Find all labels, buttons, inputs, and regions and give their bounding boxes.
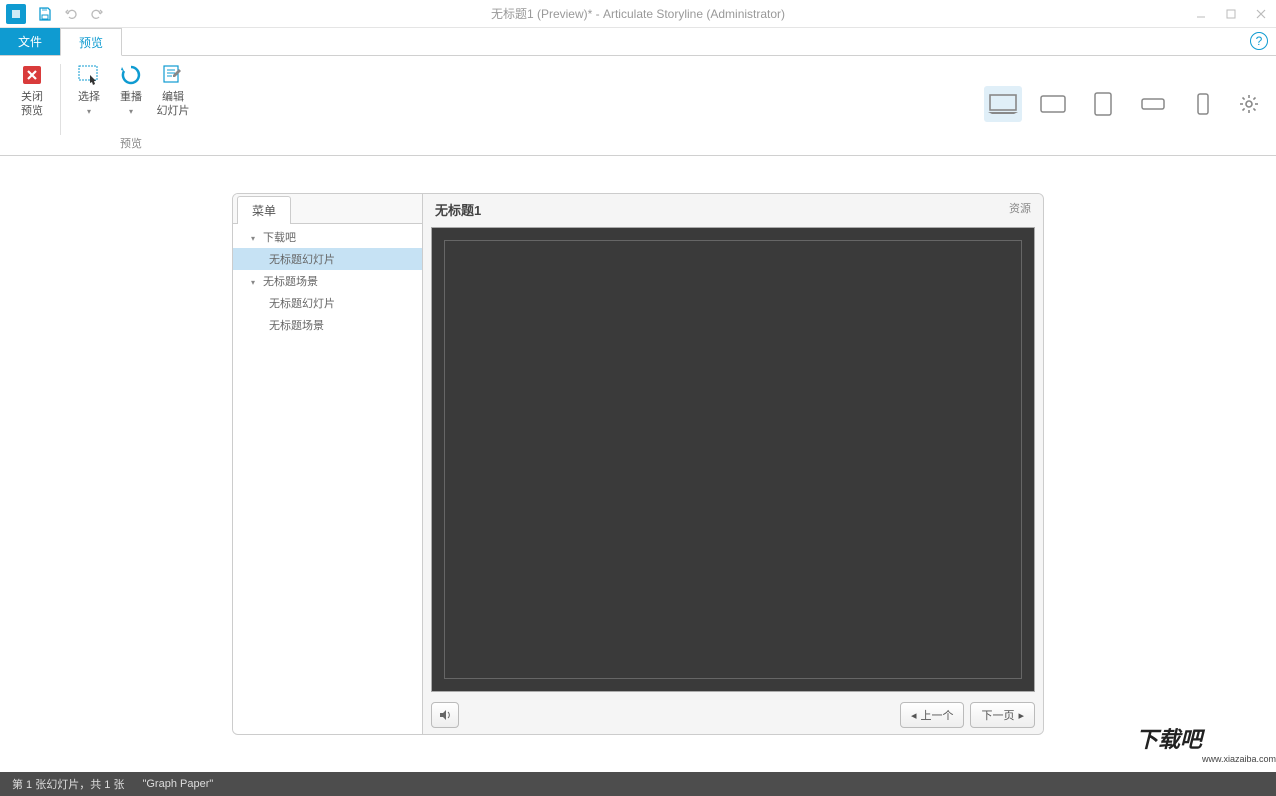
undo-button[interactable] xyxy=(58,1,84,27)
prev-label: 上一个 xyxy=(920,707,953,723)
next-button[interactable]: 下一页 ▸ xyxy=(970,702,1035,728)
device-tablet-portrait[interactable] xyxy=(1084,86,1122,122)
player-controls: ◂ 上一个 下一页 ▸ xyxy=(423,696,1043,734)
ribbon-tabs: 文件 预览 ? xyxy=(0,28,1276,56)
tree-item[interactable]: 无标题幻灯片 xyxy=(233,248,422,270)
tree-item[interactable]: 无标题幻灯片 xyxy=(233,292,422,314)
ribbon-separator xyxy=(60,64,61,135)
chevron-down-icon: ▾ xyxy=(129,107,133,116)
ribbon-group-label xyxy=(30,137,33,155)
ribbon: 关闭预览 选择 ▾ 重播 ▾ 编辑幻灯片 xyxy=(0,56,1276,156)
help-button[interactable]: ? xyxy=(1250,32,1268,50)
app-logo xyxy=(6,4,26,24)
ribbon-label: 选择 xyxy=(78,91,100,103)
ribbon-label: 预览 xyxy=(21,105,43,117)
replay-icon xyxy=(115,62,147,88)
slide-area: 无标题1 资源 ◂ 上一个 下一页 ▸ xyxy=(423,194,1043,734)
slide-title: 无标题1 xyxy=(435,200,481,219)
ribbon-group-label: 预览 xyxy=(120,133,142,155)
prev-button[interactable]: ◂ 上一个 xyxy=(900,702,965,728)
ribbon-group-preview: 选择 ▾ 重播 ▾ 编辑幻灯片 预览 xyxy=(65,60,197,155)
ribbon-label: 重播 xyxy=(120,91,142,103)
device-phone-portrait[interactable] xyxy=(1184,86,1222,122)
select-button[interactable]: 选择 ▾ xyxy=(69,60,109,133)
device-desktop[interactable] xyxy=(984,86,1022,122)
device-phone-landscape[interactable] xyxy=(1134,86,1172,122)
sidebar-tab-menu[interactable]: 菜单 xyxy=(237,196,291,224)
status-theme: "Graph Paper" xyxy=(142,778,213,790)
maximize-button[interactable] xyxy=(1216,1,1246,27)
ribbon-label: 关闭 xyxy=(21,91,43,103)
tree-item[interactable]: 无标题场景 xyxy=(233,270,422,292)
ribbon-label: 编辑 xyxy=(162,91,184,103)
ribbon-label: 幻灯片 xyxy=(157,105,190,117)
tab-preview[interactable]: 预览 xyxy=(60,28,122,56)
preview-stage: 菜单 下载吧 无标题幻灯片 无标题场景 无标题幻灯片 无标题场景 无标题1 资源 xyxy=(0,156,1276,772)
player-frame: 菜单 下载吧 无标题幻灯片 无标题场景 无标题幻灯片 无标题场景 无标题1 资源 xyxy=(232,193,1044,735)
edit-icon xyxy=(157,62,189,88)
preview-settings-button[interactable] xyxy=(1234,89,1264,119)
select-icon xyxy=(73,62,105,88)
audio-button[interactable] xyxy=(431,702,459,728)
replay-button[interactable]: 重播 ▾ xyxy=(111,60,151,133)
ribbon-group-close: 关闭预览 xyxy=(8,60,56,155)
window-title: 无标题1 (Preview)* - Articulate Storyline (… xyxy=(491,5,785,22)
tree-item[interactable]: 下载吧 xyxy=(233,226,422,248)
close-preview-button[interactable]: 关闭预览 xyxy=(12,60,52,137)
save-button[interactable] xyxy=(32,1,58,27)
tree-item[interactable]: 无标题场景 xyxy=(233,314,422,336)
statusbar: 第 1 张幻灯片，共 1 张 "Graph Paper" xyxy=(0,772,1276,796)
resources-link[interactable]: 资源 xyxy=(1009,200,1031,219)
device-selector xyxy=(984,86,1264,122)
slide-canvas xyxy=(431,227,1035,692)
edit-slide-button[interactable]: 编辑幻灯片 xyxy=(153,60,193,133)
menu-tree: 下载吧 无标题幻灯片 无标题场景 无标题幻灯片 无标题场景 xyxy=(233,224,422,734)
titlebar: 无标题1 (Preview)* - Articulate Storyline (… xyxy=(0,0,1276,28)
next-label: 下一页 xyxy=(981,707,1014,723)
close-button[interactable] xyxy=(1246,1,1276,27)
player-sidebar: 菜单 下载吧 无标题幻灯片 无标题场景 无标题幻灯片 无标题场景 xyxy=(233,194,423,734)
tab-file[interactable]: 文件 xyxy=(0,28,60,55)
close-icon xyxy=(16,62,48,88)
chevron-down-icon: ▾ xyxy=(87,107,91,116)
status-slide-info: 第 1 张幻灯片，共 1 张 xyxy=(12,776,124,792)
redo-button[interactable] xyxy=(84,1,110,27)
window-controls xyxy=(1186,1,1276,27)
device-tablet-landscape[interactable] xyxy=(1034,86,1072,122)
chevron-left-icon: ◂ xyxy=(911,709,917,722)
minimize-button[interactable] xyxy=(1186,1,1216,27)
chevron-right-icon: ▸ xyxy=(1018,709,1024,722)
